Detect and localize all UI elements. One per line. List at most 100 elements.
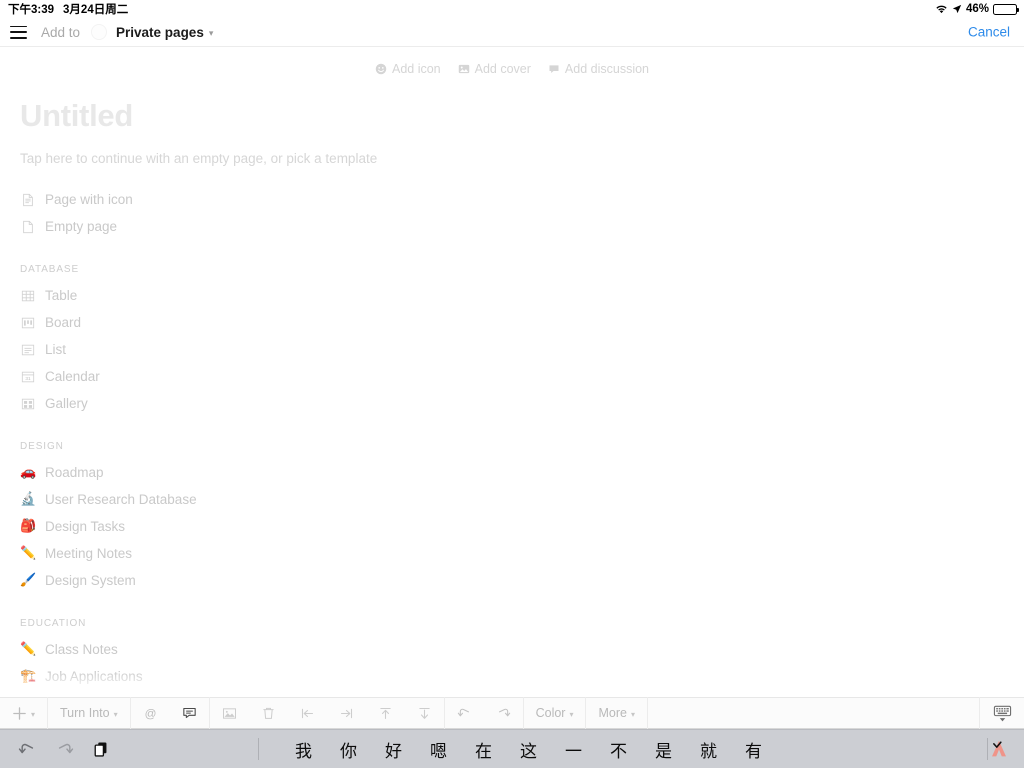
suggestion-word[interactable]: 这 <box>506 737 551 762</box>
template-label: User Research Database <box>45 492 197 507</box>
suggestion-word[interactable]: 是 <box>641 737 686 762</box>
gallery-icon <box>20 396 35 411</box>
empty-page-icon <box>20 219 35 234</box>
delete-button[interactable] <box>249 697 288 729</box>
indent-button[interactable] <box>327 697 366 729</box>
suggestion-word[interactable]: 我 <box>281 737 326 762</box>
template-meeting-notes[interactable]: ✏️ Meeting Notes <box>0 540 1024 567</box>
backpack-emoji-icon: 🎒 <box>20 519 37 534</box>
mention-button[interactable]: @ <box>131 697 170 729</box>
section-list-education: ✏️ Class Notes 🏗️ Job Applications ⚖️ Gr… <box>0 636 1024 697</box>
hide-keyboard-icon <box>993 705 1011 721</box>
more-button[interactable]: More ▾ <box>586 697 647 729</box>
template-roadmap[interactable]: 🚗 Roadmap <box>0 459 1024 486</box>
destination-selector-label[interactable]: Private pages <box>116 25 204 40</box>
status-bar-time: 下午3:39 <box>8 4 55 16</box>
insert-image-button[interactable] <box>210 697 249 729</box>
color-button[interactable]: Color ▾ <box>524 697 586 729</box>
microscope-emoji-icon: 🔬 <box>20 492 37 507</box>
template-design-tasks[interactable]: 🎒 Design Tasks <box>0 513 1024 540</box>
status-bar-date: 3月24日周二 <box>63 4 129 16</box>
navigation-bar: Add to Private pages ▾ Cancel <box>0 18 1024 47</box>
at-mention-icon: @ <box>144 707 156 720</box>
option-empty-page[interactable]: Empty page <box>0 213 1024 240</box>
template-job-applications[interactable]: 🏗️ Job Applications <box>0 663 1024 690</box>
undo-icon[interactable] <box>18 740 37 759</box>
cancel-button[interactable]: Cancel <box>968 25 1010 40</box>
status-bar-right: 46% <box>935 3 1019 15</box>
status-bar-left: 下午3:39 3月24日周二 <box>8 1 128 17</box>
template-grade-calculator[interactable]: ⚖️ Grade Calculator <box>0 690 1024 697</box>
add-block-button[interactable]: ▾ <box>0 697 47 729</box>
add-discussion-button[interactable]: Add discussion <box>548 62 649 76</box>
suggestion-word[interactable]: 不 <box>596 737 641 762</box>
chevron-down-icon[interactable]: ▾ <box>209 28 214 38</box>
ime-logo-icon[interactable] <box>988 738 1010 760</box>
option-page-with-icon[interactable]: Page with icon <box>0 186 1024 213</box>
move-up-button[interactable] <box>366 697 405 729</box>
option-label: Calendar <box>45 369 100 384</box>
template-class-notes[interactable]: ✏️ Class Notes <box>0 636 1024 663</box>
option-calendar[interactable]: 31 Calendar <box>0 363 1024 390</box>
template-label: Meeting Notes <box>45 546 133 561</box>
option-board[interactable]: Board <box>0 309 1024 336</box>
page-subtitle-hint[interactable]: Tap here to continue with an empty page,… <box>20 151 1024 166</box>
redo-icon[interactable] <box>55 740 74 759</box>
add-cover-button[interactable]: Add cover <box>458 62 531 76</box>
turn-into-button[interactable]: Turn Into ▾ <box>48 697 130 729</box>
table-icon <box>20 288 35 303</box>
comment-button[interactable] <box>170 697 209 729</box>
move-down-icon <box>418 707 430 719</box>
color-label: Color <box>535 706 566 720</box>
add-to-label: Add to <box>41 24 81 40</box>
list-icon <box>20 342 35 357</box>
template-label: Design System <box>45 573 136 588</box>
plus-icon <box>13 706 26 720</box>
template-design-system[interactable]: 🖌️ Design System <box>0 567 1024 594</box>
add-icon-button[interactable]: Add icon <box>375 62 441 76</box>
keyboard-actions <box>0 740 258 759</box>
suggestion-word[interactable]: 好 <box>371 737 416 762</box>
option-table[interactable]: Table <box>0 282 1024 309</box>
outdent-icon <box>301 708 313 718</box>
option-label: Board <box>45 315 82 330</box>
redo-button[interactable] <box>484 697 523 729</box>
suggestion-words: 我你好嗯在这一不是就有 <box>259 737 987 762</box>
suggestion-word[interactable]: 你 <box>326 737 371 762</box>
page-with-icon-icon <box>20 192 35 207</box>
construction-emoji-icon: 🏗️ <box>20 669 37 684</box>
add-cover-label: Add cover <box>474 62 531 76</box>
page-content: Add icon Add cover Add discussion Untitl… <box>0 47 1024 697</box>
option-label: Table <box>45 288 78 303</box>
section-heading-education: EDUCATION <box>20 618 87 629</box>
hide-keyboard-button[interactable] <box>980 697 1024 729</box>
chevron-down-icon: ▾ <box>630 709 635 719</box>
svg-text:@: @ <box>144 707 156 720</box>
add-discussion-label: Add discussion <box>564 62 649 76</box>
option-list[interactable]: List <box>0 336 1024 363</box>
board-icon <box>20 315 35 330</box>
section-list-design: 🚗 Roadmap 🔬 User Research Database 🎒 Des… <box>0 459 1024 594</box>
suggestion-word[interactable]: 就 <box>686 737 731 762</box>
option-gallery[interactable]: Gallery <box>0 390 1024 417</box>
page-title[interactable]: Untitled <box>20 98 1024 134</box>
paintbrush-emoji-icon: 🖌️ <box>20 573 37 588</box>
suggestion-word[interactable]: 在 <box>461 737 506 762</box>
hamburger-menu-icon[interactable] <box>10 25 27 39</box>
outdent-button[interactable] <box>288 697 327 729</box>
ios-status-bar: 下午3:39 3月24日周二 46% <box>0 0 1024 18</box>
paste-clipboard-icon[interactable] <box>92 740 111 759</box>
template-user-research-database[interactable]: 🔬 User Research Database <box>0 486 1024 513</box>
suggestion-word[interactable]: 嗯 <box>416 737 461 762</box>
suggestion-word[interactable]: 有 <box>731 737 776 762</box>
template-label: Roadmap <box>45 465 104 480</box>
page-action-row: Add icon Add cover Add discussion <box>0 62 1024 76</box>
option-label: Page with icon <box>45 192 133 207</box>
option-label: Empty page <box>45 219 118 234</box>
suggestion-word[interactable]: 一 <box>551 737 596 762</box>
pencil-emoji-icon: ✏️ <box>20 546 37 561</box>
undo-icon <box>457 708 469 716</box>
undo-button[interactable] <box>445 697 484 729</box>
move-down-button[interactable] <box>405 697 444 729</box>
